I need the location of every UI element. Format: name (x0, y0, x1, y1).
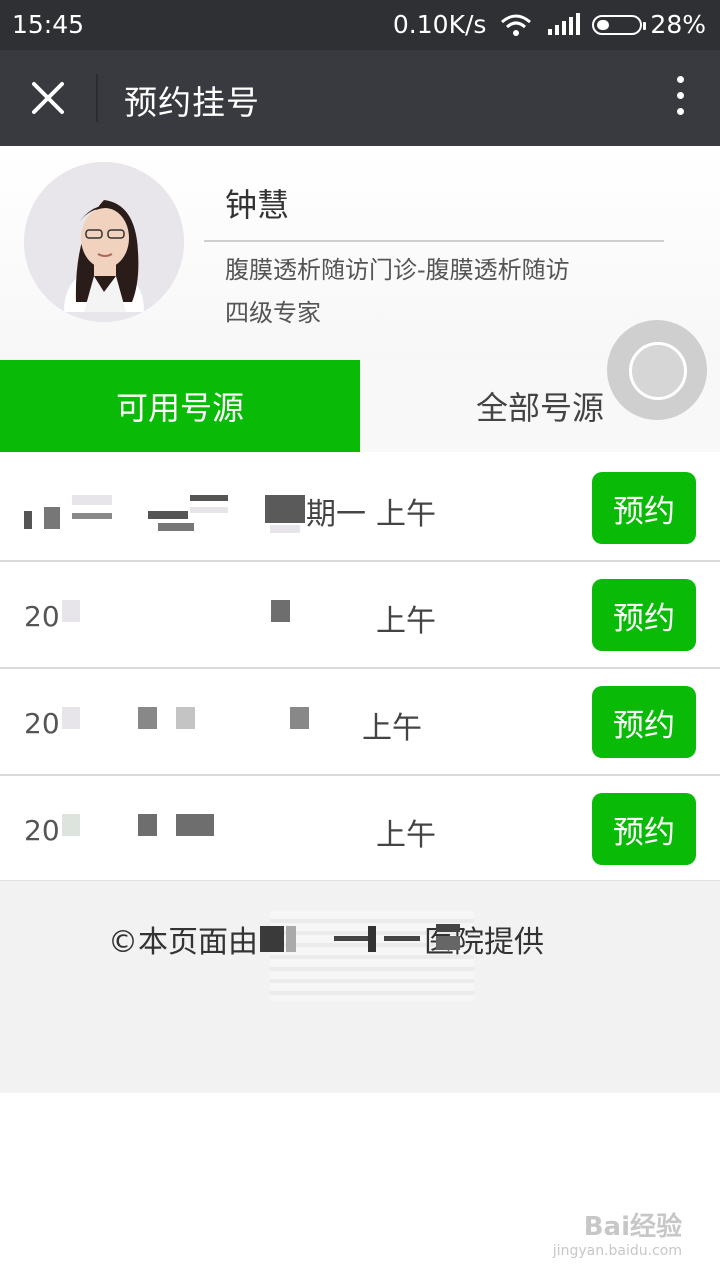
book-button[interactable]: 预约 (592, 472, 696, 544)
slot-list: 期一 上午 预约 20 上午 预约 20 上午 预约 20 上午 预约 (0, 455, 720, 883)
slot-weekday: 期一 (306, 497, 366, 532)
more-icon[interactable] (668, 76, 692, 120)
slot-period: 上午 (376, 497, 436, 532)
slot-row: 20 上午 预约 (0, 562, 720, 669)
close-icon[interactable] (24, 74, 72, 122)
doctor-level: 四级专家 (225, 299, 321, 327)
doctor-avatar (24, 162, 184, 322)
status-time: 15:45 (12, 10, 85, 39)
status-right: 0.10K/s 28% (393, 10, 706, 39)
tab-available[interactable]: 可用号源 (0, 360, 360, 452)
battery-percent: 28% (650, 10, 706, 39)
slot-row: 20 上午 预约 (0, 776, 720, 883)
divider (204, 240, 664, 242)
footer-prefix: ©本页面由 (108, 925, 258, 960)
slot-date: 20 (24, 814, 60, 847)
slot-period: 上午 (376, 604, 436, 639)
page-title: 预约挂号 (124, 83, 260, 122)
doctor-department: 腹膜透析随访门诊-腹膜透析随访 (225, 256, 570, 284)
slot-row: 期一 上午 预约 (0, 455, 720, 562)
wifi-icon (501, 14, 532, 36)
slot-period: 上午 (362, 711, 422, 746)
slot-row: 20 上午 预约 (0, 669, 720, 776)
book-button[interactable]: 预约 (592, 579, 696, 651)
slot-date: 20 (24, 600, 60, 633)
net-speed: 0.10K/s (392, 10, 487, 39)
signal-icon (548, 12, 581, 35)
battery-icon (592, 14, 647, 35)
doctor-header: 钟慧 腹膜透析随访门诊-腹膜透析随访 四级专家 (0, 146, 720, 360)
slot-date: 20 (24, 707, 60, 740)
slot-period: 上午 (376, 818, 436, 853)
status-bar: 15:45 0.10K/s 28% (0, 0, 720, 50)
nav-divider (96, 74, 98, 122)
book-button[interactable]: 预约 (592, 793, 696, 865)
nav-bar: 预约挂号 (0, 50, 720, 146)
footer: ©本页面由 医院提供 (0, 880, 720, 1093)
floating-assistive-button[interactable] (607, 320, 707, 420)
baidu-watermark-logo: Bai经验 jingyan.baidu.com (552, 1212, 682, 1259)
doctor-name: 钟慧 (225, 186, 290, 224)
book-button[interactable]: 预约 (592, 686, 696, 758)
footer-text: ©本页面由 医院提供 (108, 917, 544, 961)
redacted-hospital-name (258, 924, 460, 954)
